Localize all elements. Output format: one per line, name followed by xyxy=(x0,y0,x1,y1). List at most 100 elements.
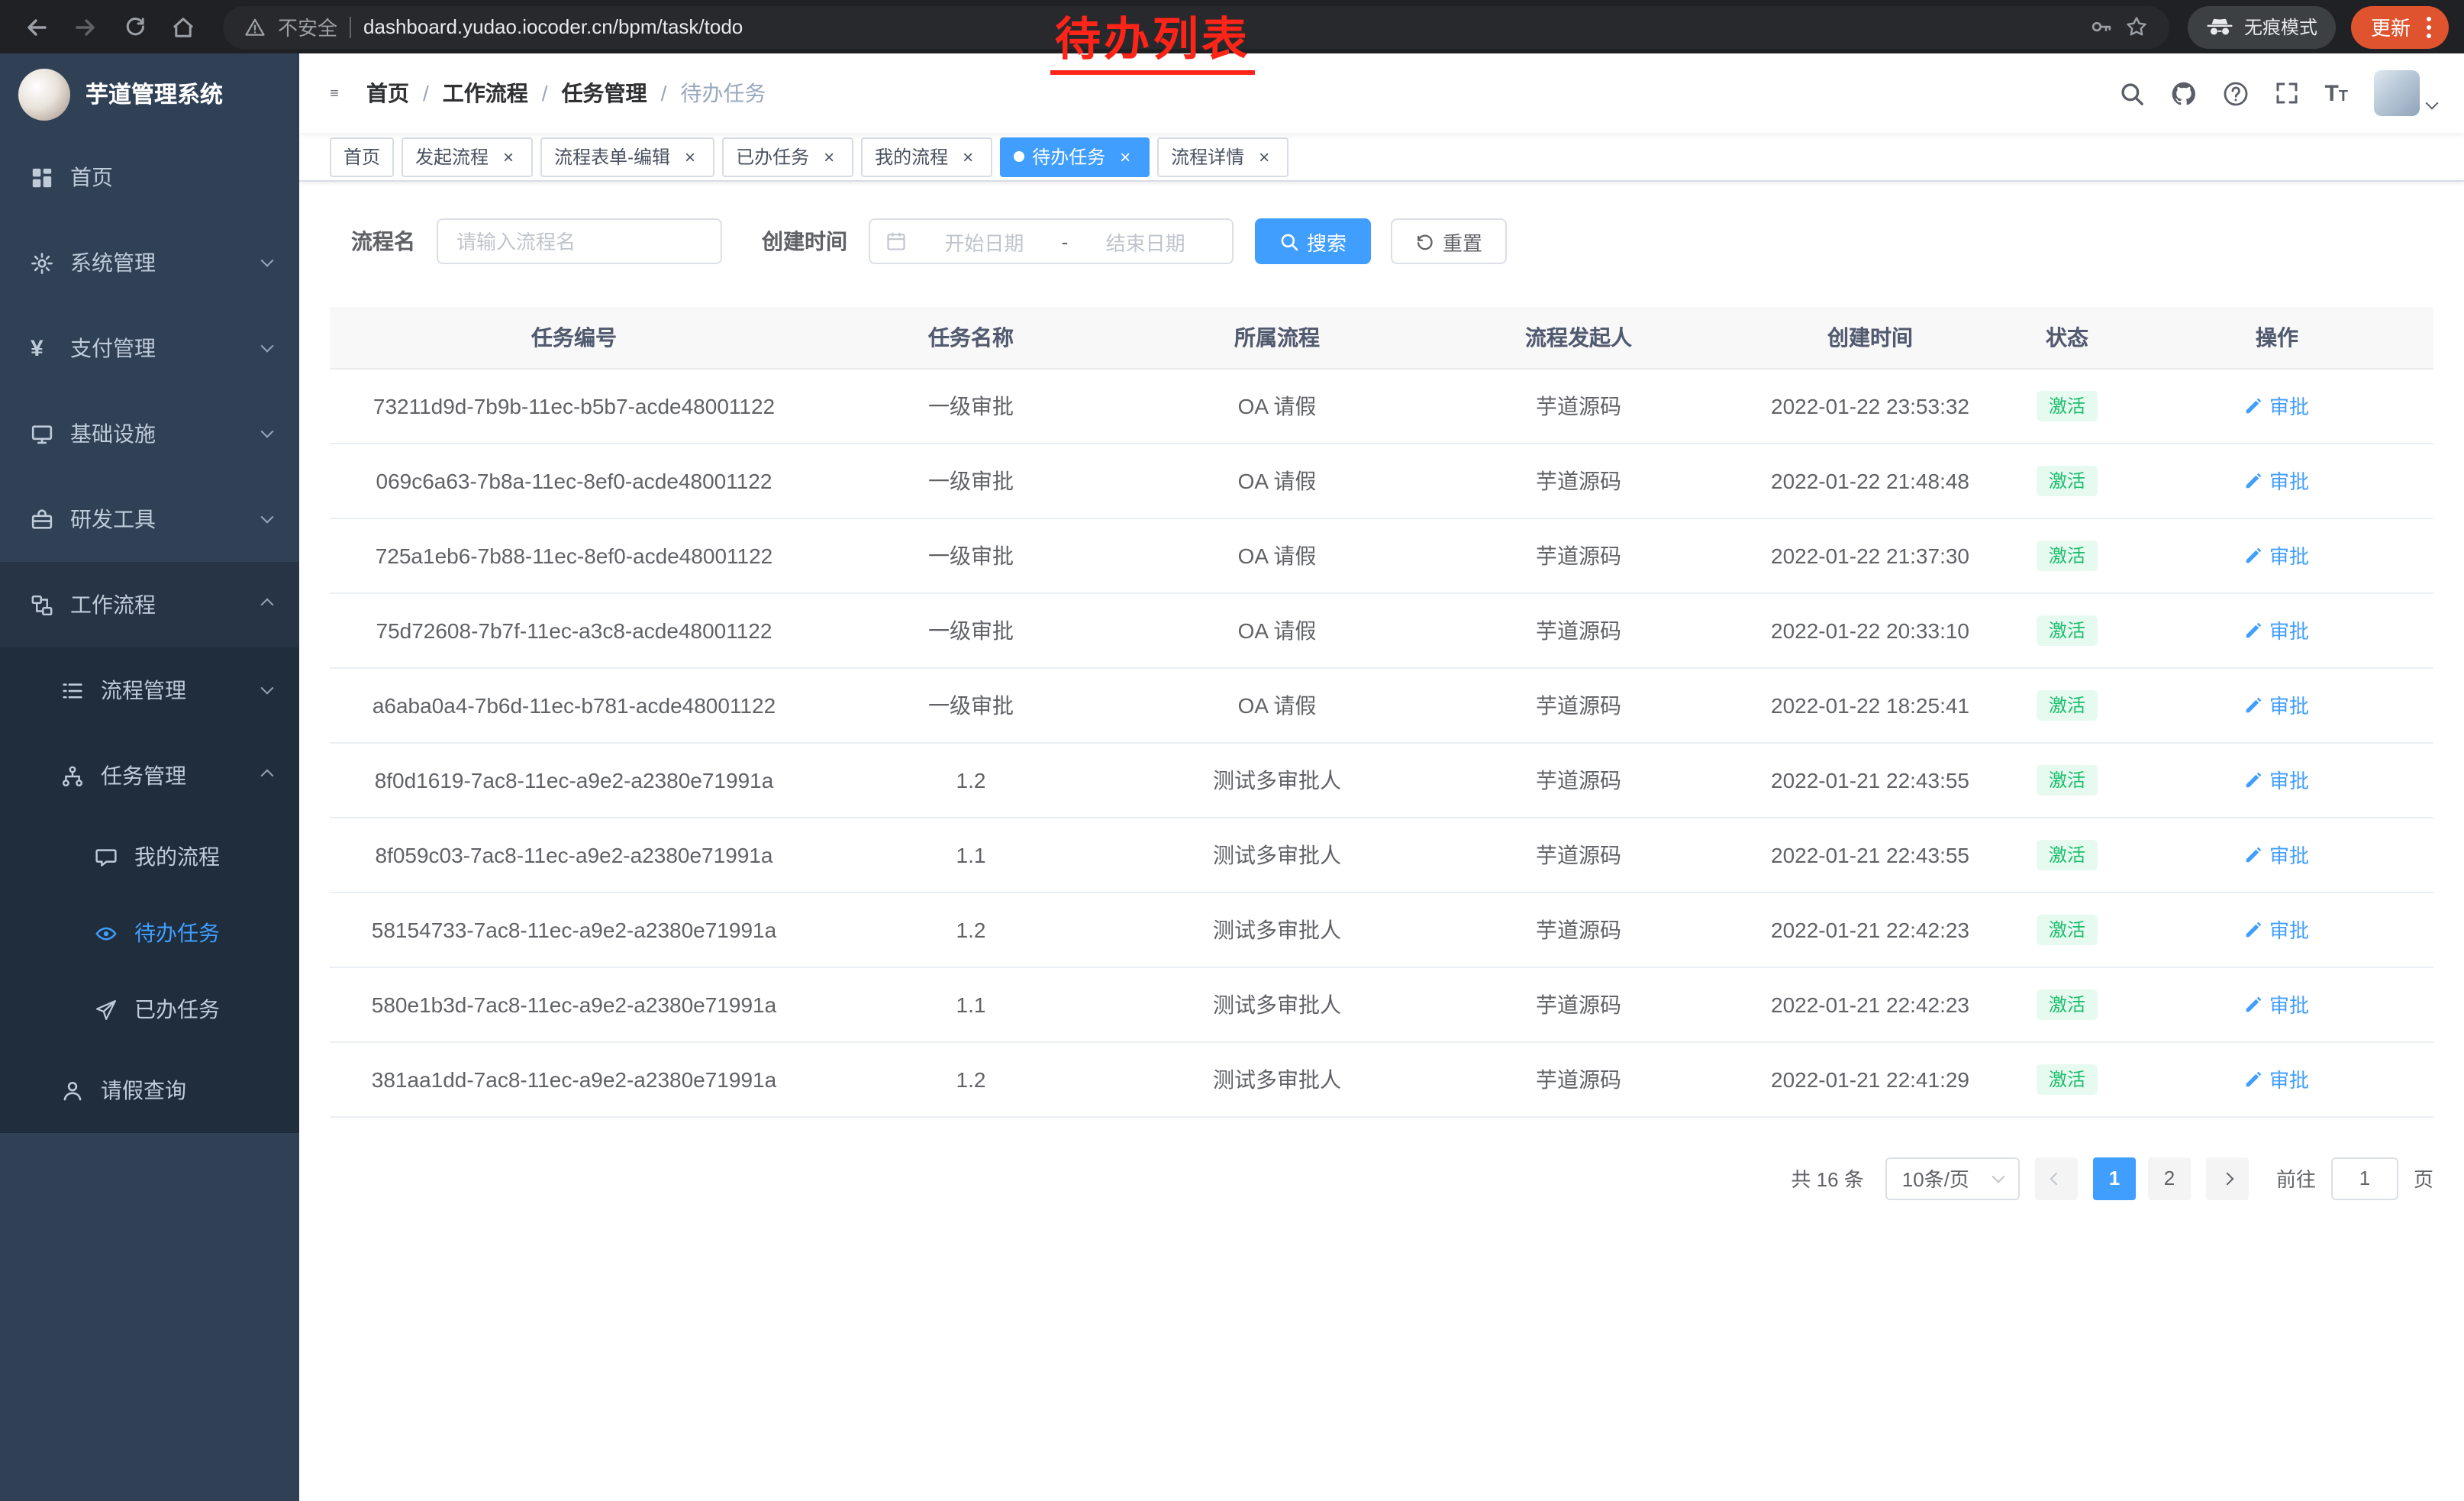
tags-view: 首页发起流程×流程表单-编辑×已办任务×我的流程× 待办任务 × 流程详情 × xyxy=(299,133,2464,182)
omnibox-divider xyxy=(350,16,351,37)
tab-form-edit[interactable]: 流程表单-编辑× xyxy=(540,137,714,176)
goto-page-input[interactable] xyxy=(2331,1157,2398,1199)
process-cell: 测试多审批人 xyxy=(1124,742,1430,817)
approve-link[interactable]: 审批 xyxy=(2245,989,2309,1018)
sidebar-item-done-task[interactable]: 已办任务 xyxy=(0,971,299,1047)
page-size-select[interactable]: 10条/页 xyxy=(1885,1157,2020,1199)
create-time-cell: 2022-01-22 21:48:48 xyxy=(1727,443,2014,518)
help-icon[interactable] xyxy=(2222,80,2248,106)
browser-update-button[interactable]: 更新 xyxy=(2351,5,2449,48)
process-name-input[interactable] xyxy=(437,218,722,264)
sidebar-item-leave-query[interactable]: 请假查询 xyxy=(0,1047,299,1133)
sidebar-item-system[interactable]: 系统管理 xyxy=(0,220,299,305)
approve-link[interactable]: 审批 xyxy=(2245,541,2309,570)
browser-home-button[interactable] xyxy=(162,5,205,48)
approve-link[interactable]: 审批 xyxy=(2245,690,2309,719)
password-key-icon[interactable] xyxy=(2090,15,2113,38)
github-icon[interactable] xyxy=(2170,80,2196,106)
app-logo[interactable]: 芋道管理系统 xyxy=(0,53,299,134)
tab-done-task[interactable]: 已办任务× xyxy=(722,137,853,176)
sidebar-item-label: 首页 xyxy=(70,162,272,192)
chevron-down-icon xyxy=(261,425,274,438)
tab-close-icon[interactable]: × xyxy=(818,146,840,167)
status-badge: 激活 xyxy=(2037,764,2098,795)
list-icon xyxy=(61,679,84,702)
status-cell: 激活 xyxy=(2014,967,2121,1041)
reset-button[interactable]: 重置 xyxy=(1391,218,1507,264)
approve-link[interactable]: 审批 xyxy=(2245,1064,2309,1093)
bookmark-star-icon[interactable] xyxy=(2125,15,2148,38)
search-button[interactable]: 搜索 xyxy=(1255,218,1371,264)
browser-forward-button[interactable] xyxy=(64,5,107,48)
prev-page-button[interactable] xyxy=(2035,1157,2078,1199)
sidebar-item-workflow[interactable]: 工作流程 xyxy=(0,562,299,647)
tab-my-process[interactable]: 我的流程× xyxy=(861,137,992,176)
approve-link-label: 审批 xyxy=(2269,615,2309,644)
sidebar-item-label: 任务管理 xyxy=(101,760,263,791)
sidebar-item-todo-task[interactable]: 待办任务 xyxy=(0,895,299,971)
sidebar-item-task-mgmt[interactable]: 任务管理 xyxy=(0,733,299,818)
chat-icon xyxy=(95,845,118,868)
navbar-actions: TT xyxy=(2118,70,2437,116)
user-avatar[interactable] xyxy=(2374,70,2437,116)
tab-close-icon[interactable]: × xyxy=(957,146,979,167)
sidebar-item-my-process[interactable]: 我的流程 xyxy=(0,818,299,895)
next-page-button[interactable] xyxy=(2206,1157,2249,1199)
sidebar-item-label: 已办任务 xyxy=(134,994,272,1025)
font-size-icon[interactable]: TT xyxy=(2324,82,2348,105)
tab-process-detail[interactable]: 流程详情 × xyxy=(1157,137,1288,176)
breadcrumb-item[interactable]: 工作流程 xyxy=(443,78,528,108)
hamburger-icon[interactable] xyxy=(321,79,348,107)
initiator-cell: 芋道源码 xyxy=(1430,892,1727,967)
approve-link[interactable]: 审批 xyxy=(2245,840,2309,869)
task-name-cell: 一级审批 xyxy=(818,443,1124,518)
kebab-menu-icon[interactable] xyxy=(2418,15,2440,39)
action-cell: 审批 xyxy=(2121,742,2433,817)
browser-back-button[interactable] xyxy=(15,5,58,48)
chevron-up-icon xyxy=(261,599,274,612)
pen-icon xyxy=(2245,920,2263,938)
tab-close-icon[interactable]: × xyxy=(1253,146,1275,167)
sidebar-item-devtools[interactable]: 研发工具 xyxy=(0,476,299,562)
tab-launch-process[interactable]: 发起流程× xyxy=(402,137,533,176)
page-size-value: 10条/页 xyxy=(1902,1164,1969,1193)
sidebar-item-process-mgmt[interactable]: 流程管理 xyxy=(0,647,299,733)
breadcrumb-item[interactable]: 任务管理 xyxy=(562,78,647,108)
browser-refresh-button[interactable] xyxy=(113,5,156,48)
workflow-icon xyxy=(31,593,53,616)
sidebar-item-infra[interactable]: 基础设施 xyxy=(0,391,299,476)
tab-close-icon[interactable]: × xyxy=(498,146,519,167)
status-badge: 激活 xyxy=(2037,914,2098,944)
approve-link-label: 审批 xyxy=(2269,466,2309,495)
fullscreen-icon[interactable] xyxy=(2274,81,2298,105)
approve-link[interactable]: 审批 xyxy=(2245,391,2309,420)
approve-link[interactable]: 审批 xyxy=(2245,915,2309,944)
tab-todo-task[interactable]: 待办任务 × xyxy=(1000,137,1150,176)
page-button-1[interactable]: 1 xyxy=(2093,1157,2136,1199)
refresh-icon xyxy=(123,15,146,38)
approve-link[interactable]: 审批 xyxy=(2245,765,2309,794)
action-cell: 审批 xyxy=(2121,1041,2433,1116)
chevron-down-icon xyxy=(261,340,274,353)
tab-label: 待办任务 xyxy=(1032,144,1105,169)
action-cell: 审批 xyxy=(2121,817,2433,892)
sidebar-item-payment[interactable]: ¥支付管理 xyxy=(0,305,299,391)
approve-link[interactable]: 审批 xyxy=(2245,466,2309,495)
tab-close-icon[interactable]: × xyxy=(1114,146,1136,167)
page-button-2[interactable]: 2 xyxy=(2148,1157,2191,1199)
tab-label: 流程详情 xyxy=(1171,144,1244,169)
tab-close-icon[interactable]: × xyxy=(679,146,701,167)
process-cell: 测试多审批人 xyxy=(1124,892,1430,967)
status-badge: 激活 xyxy=(2037,1064,2098,1094)
pen-icon xyxy=(2245,396,2263,415)
tab-home[interactable]: 首页 xyxy=(330,137,394,176)
reset-icon xyxy=(1415,231,1435,251)
breadcrumb-item[interactable]: 首页 xyxy=(366,78,409,108)
pen-icon xyxy=(2245,995,2263,1013)
date-range-picker[interactable]: 开始日期 - 结束日期 xyxy=(869,218,1234,264)
sidebar-item-home[interactable]: 首页 xyxy=(0,134,299,220)
search-icon[interactable] xyxy=(2118,80,2144,106)
status-badge: 激活 xyxy=(2037,989,2098,1019)
forward-arrow-icon xyxy=(73,15,98,39)
approve-link[interactable]: 审批 xyxy=(2245,615,2309,644)
